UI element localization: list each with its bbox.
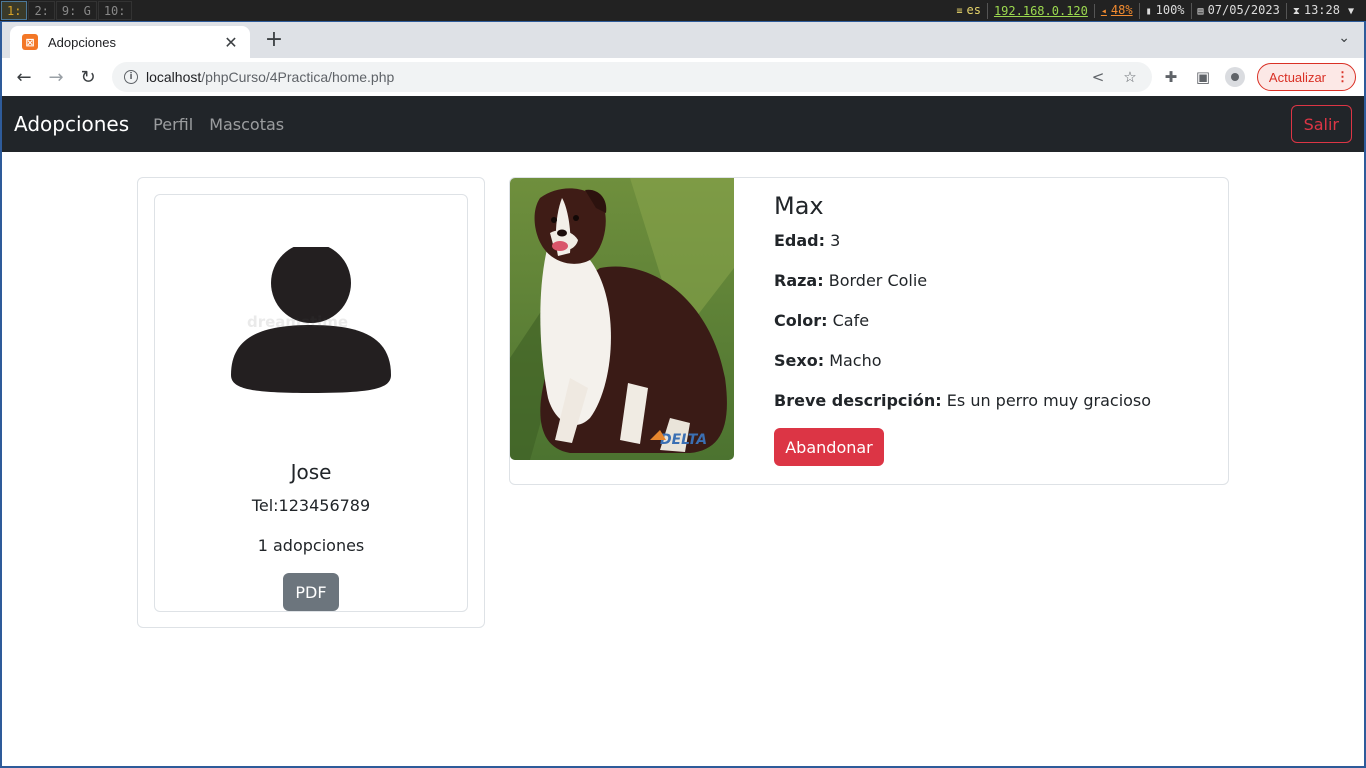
workspace-list: 1: 2: 9: G 10:	[1, 1, 133, 20]
dog-photo-image: DELTA	[510, 178, 734, 460]
pet-field-breed: Raza: Border Colie	[774, 271, 928, 290]
tab-adopciones[interactable]: ⊠ Adopciones ✕	[10, 26, 250, 58]
keyboard-layout: ≡ es	[950, 2, 988, 19]
ip-address: 192.168.0.120	[988, 3, 1095, 18]
pet-field-sex: Sexo: Macho	[774, 351, 882, 370]
forward-button[interactable]: →	[40, 61, 72, 93]
date-display: ▤ 07/05/2023	[1192, 2, 1287, 19]
volume-level: ◂ 48%	[1095, 2, 1140, 19]
keyboard-icon: ≡	[956, 5, 963, 17]
pet-photo: DELTA	[510, 178, 734, 460]
workspace-2[interactable]: 2:	[28, 1, 55, 20]
watermark-text: dreamstime	[247, 313, 349, 331]
battery-icon: ▮	[1145, 5, 1152, 17]
battery-level: ▮ 100%	[1140, 2, 1192, 19]
site-info-icon[interactable]: i	[124, 70, 138, 84]
kebab-menu-icon: ⋮	[1336, 69, 1349, 84]
side-panel-icon[interactable]: ▣	[1187, 62, 1219, 92]
chevron-down-icon[interactable]: ▼	[1348, 6, 1354, 17]
profile-avatar-icon[interactable]	[1219, 62, 1251, 92]
pet-field-color: Color: Cafe	[774, 311, 870, 330]
profile-card: dreamstime Jose Tel:123456789 1 adopcion…	[154, 194, 468, 612]
xampp-favicon-icon: ⊠	[22, 34, 38, 50]
tab-title: Adopciones	[48, 34, 116, 50]
bookmark-star-icon[interactable]: ☆	[1114, 65, 1146, 89]
tab-search-chevron-icon[interactable]: ⌄	[1338, 30, 1350, 46]
time-display: ⧗ 13:28 ▼	[1292, 2, 1354, 17]
calendar-icon: ▤	[1197, 5, 1204, 17]
pet-field-age: Edad: 3	[774, 231, 841, 250]
status-indicators: ≡ es 192.168.0.120 ◂ 48% ▮ 100% ▤ 07/05/2023…	[950, 0, 1366, 21]
profile-container: dreamstime Jose Tel:123456789 1 adopcion…	[137, 177, 485, 628]
back-button[interactable]: ←	[8, 61, 40, 93]
url-text[interactable]: localhost/phpCurso/4Practica/home.php	[146, 69, 394, 85]
hourglass-icon: ⧗	[1292, 5, 1300, 17]
pdf-button[interactable]: PDF	[283, 573, 339, 611]
photo-logo-text: DELTA	[660, 432, 707, 448]
close-icon[interactable]: ✕	[222, 33, 240, 52]
reload-button[interactable]: ↻	[72, 61, 104, 93]
pet-details: Max Edad: 3 Raza: Border Colie Color: Ca…	[774, 192, 1151, 466]
browser-window: ⊠ Adopciones ✕ + ⌄ ← → ↻ i localhost/php…	[0, 21, 1366, 768]
workspace-1[interactable]: 1:	[1, 1, 28, 20]
nav-link-mascotas[interactable]: Mascotas	[209, 115, 284, 134]
nav-link-perfil[interactable]: Perfil	[153, 115, 193, 134]
pet-card: DELTA Max Edad: 3 Raza: Border Colie Col…	[509, 177, 1229, 485]
profile-adoptions-count: 1 adopciones	[257, 536, 365, 555]
pet-field-description: Breve descripción: Es un perro muy graci…	[774, 391, 1152, 410]
address-bar[interactable]: i localhost/phpCurso/4Practica/home.php …	[112, 62, 1152, 92]
tab-strip: ⊠ Adopciones ✕ + ⌄	[2, 22, 1364, 58]
system-status-bar: 1: 2: 9: G 10: ≡ es 192.168.0.120 ◂ 48% ▮ 1…	[0, 0, 1366, 21]
workspace-9[interactable]: 9: G	[55, 1, 97, 20]
update-button[interactable]: Actualizar ⋮	[1256, 63, 1356, 91]
speaker-icon: ◂	[1100, 5, 1107, 17]
navbar-brand[interactable]: Adopciones	[14, 112, 129, 136]
share-icon[interactable]: <	[1082, 65, 1114, 89]
new-tab-button[interactable]: +	[262, 28, 286, 52]
extensions-puzzle-icon[interactable]: ✚	[1155, 62, 1187, 92]
logout-button[interactable]: Salir	[1290, 105, 1352, 143]
page-viewport: Adopciones Perfil Mascotas Salir dreamst…	[2, 96, 1364, 766]
pet-name: Max	[774, 192, 824, 220]
profile-phone: Tel:123456789	[251, 496, 371, 515]
browser-toolbar: ← → ↻ i localhost/phpCurso/4Practica/hom…	[2, 58, 1364, 96]
workspace-10[interactable]: 10:	[97, 1, 132, 20]
profile-name: Jose	[290, 460, 332, 484]
site-navbar: Adopciones Perfil Mascotas Salir	[2, 96, 1364, 152]
abandon-button[interactable]: Abandonar	[774, 428, 884, 466]
